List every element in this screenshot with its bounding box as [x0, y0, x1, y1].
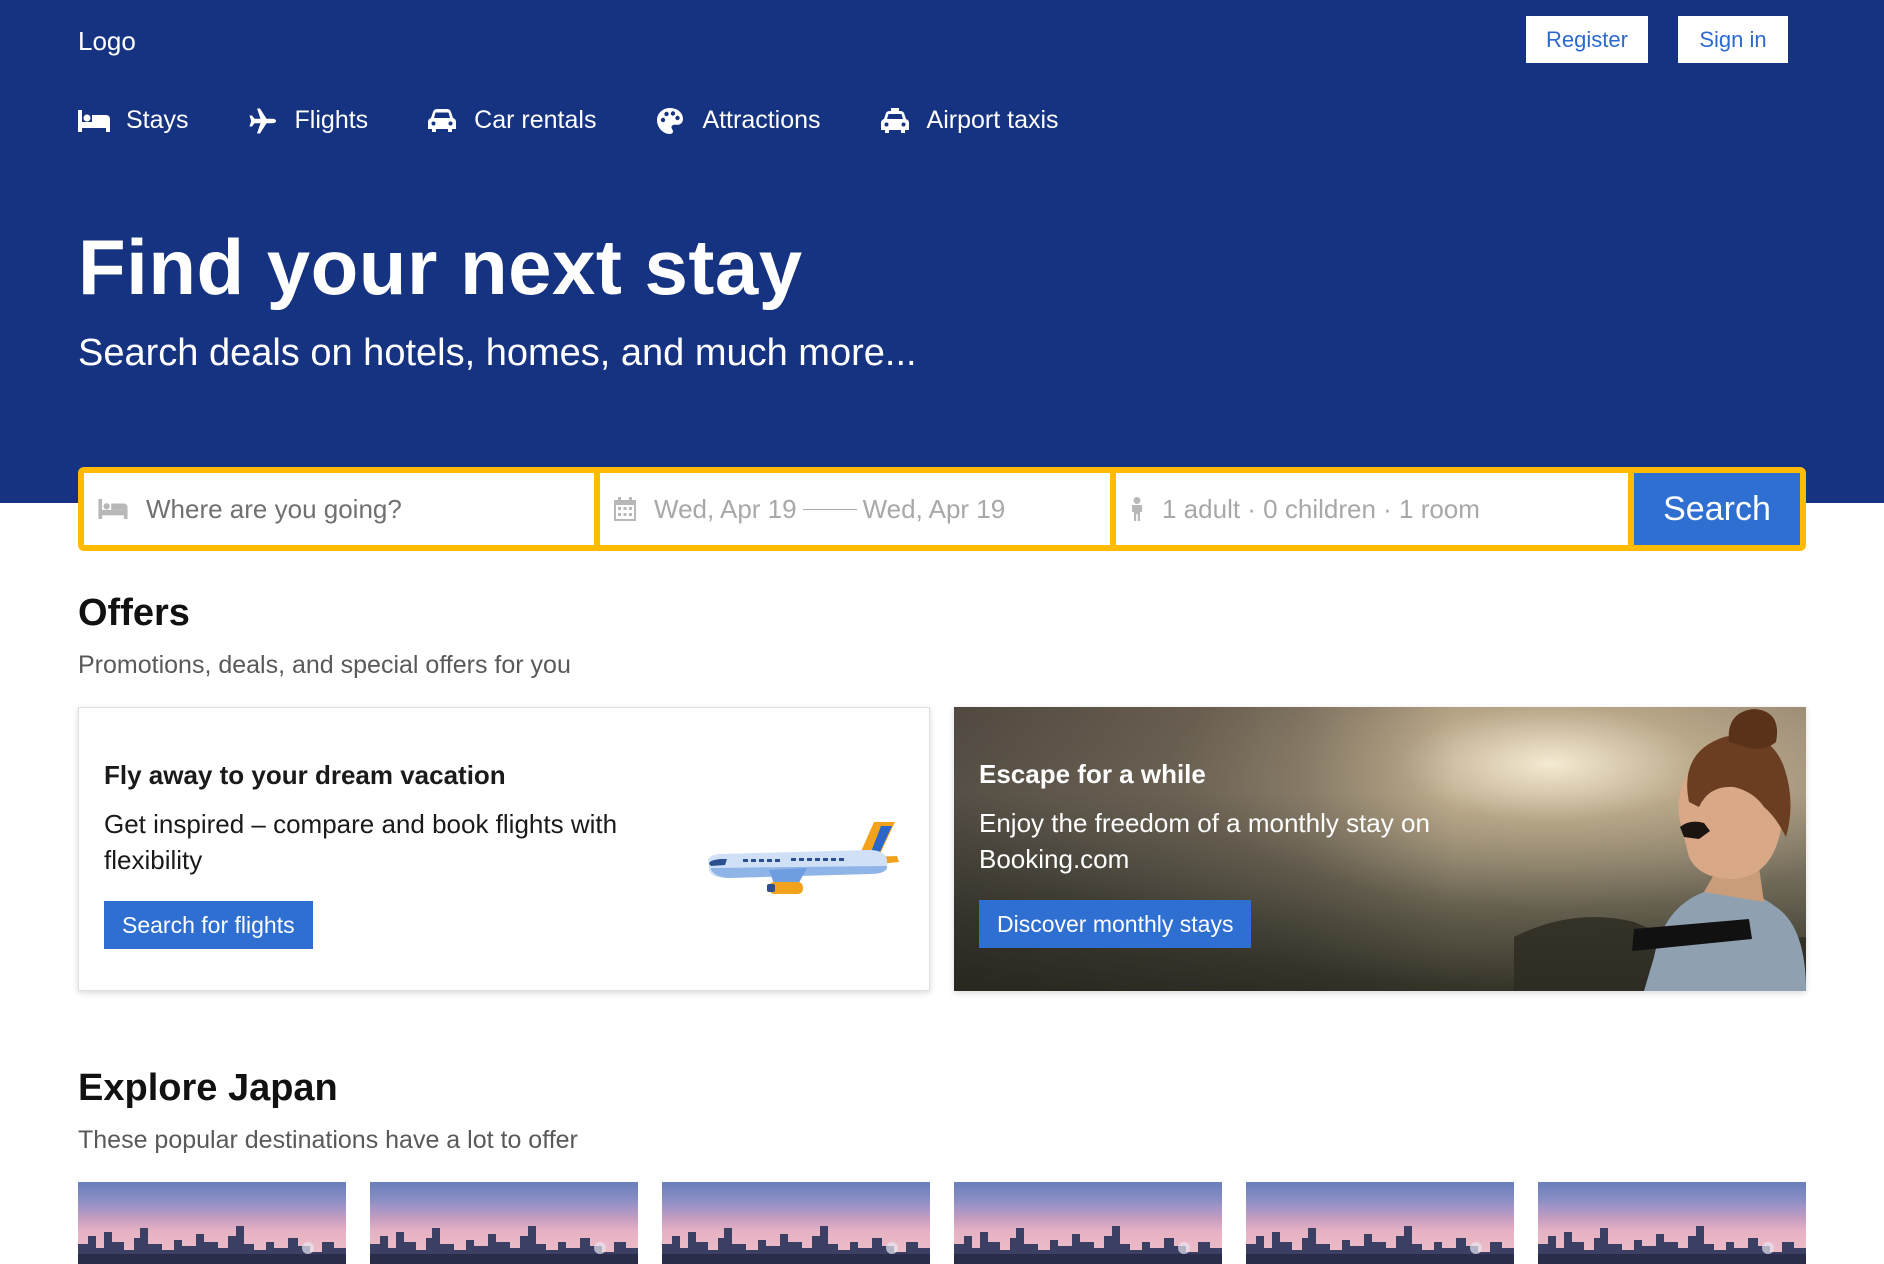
- search-bar: Where are you going? Wed, Apr 19 Wed, Ap…: [78, 467, 1806, 551]
- search-flights-button[interactable]: Search for flights: [104, 901, 313, 949]
- page: Logo Register Sign in Stays Flights Car …: [0, 0, 1884, 1264]
- offer-card-monthly-stays: Escape for a while Enjoy the freedom of …: [954, 707, 1806, 991]
- search-button[interactable]: Search: [1634, 473, 1800, 545]
- destination-card[interactable]: [954, 1182, 1222, 1264]
- offer-card-body: Get inspired – compare and book flights …: [104, 809, 618, 875]
- destination-thumbnails: [78, 1182, 1806, 1264]
- palette-icon: [654, 107, 686, 135]
- register-button[interactable]: Register: [1526, 16, 1648, 63]
- bed-icon: [98, 499, 128, 519]
- date-separator: [802, 508, 857, 510]
- discover-monthly-stays-button[interactable]: Discover monthly stays: [979, 900, 1252, 948]
- offers-subtitle: Promotions, deals, and special offers fo…: [78, 651, 571, 679]
- offer-card-title: Fly away to your dream vacation: [104, 760, 506, 790]
- main-nav: Stays Flights Car rentals Attractions Ai…: [78, 106, 1117, 135]
- destination-card[interactable]: [662, 1182, 930, 1264]
- airplane-illustration: [708, 822, 899, 894]
- bed-icon: [78, 107, 110, 135]
- auth-buttons: Register Sign in: [1526, 16, 1788, 63]
- nav-item-car-rentals[interactable]: Car rentals: [426, 106, 596, 135]
- person-icon: [1130, 497, 1144, 521]
- city-skyline-image: [1246, 1226, 1514, 1264]
- nav-item-airport-taxis[interactable]: Airport taxis: [879, 106, 1059, 135]
- destination-card[interactable]: [370, 1182, 638, 1264]
- plane-icon: [247, 107, 279, 135]
- destination-input[interactable]: Where are you going?: [146, 494, 402, 525]
- destination-card[interactable]: [1246, 1182, 1514, 1264]
- city-skyline-image: [370, 1226, 638, 1264]
- guests-summary[interactable]: 1 adult · 0 children · 1 room: [1162, 494, 1480, 525]
- guests-field[interactable]: 1 adult · 0 children · 1 room: [1116, 473, 1628, 545]
- destination-field[interactable]: Where are you going?: [84, 473, 594, 545]
- hero-title: Find your next stay: [78, 223, 803, 311]
- date-range-field[interactable]: Wed, Apr 19 Wed, Apr 19: [600, 473, 1110, 545]
- nav-item-label: Flights: [294, 106, 369, 134]
- logo[interactable]: Logo: [78, 26, 136, 57]
- city-skyline-image: [78, 1226, 346, 1264]
- sign-in-button[interactable]: Sign in: [1678, 16, 1788, 63]
- nav-item-label: Stays: [126, 106, 189, 134]
- offer-card-flights: Fly away to your dream vacation Get insp…: [78, 707, 930, 991]
- hero-subtitle: Search deals on hotels, homes, and much …: [78, 332, 917, 374]
- city-skyline-image: [662, 1226, 930, 1264]
- nav-item-attractions[interactable]: Attractions: [654, 106, 821, 135]
- explore-subtitle: These popular destinations have a lot to…: [78, 1126, 578, 1154]
- nav-item-flights[interactable]: Flights: [247, 106, 369, 135]
- offers-title: Offers: [78, 592, 190, 634]
- offer-card-body: Enjoy the freedom of a monthly stay on B…: [979, 808, 1430, 874]
- check-in-date[interactable]: Wed, Apr 19: [654, 494, 797, 525]
- offer-card-title: Escape for a while: [979, 759, 1206, 789]
- taxi-icon: [879, 107, 911, 135]
- city-skyline-image: [954, 1226, 1222, 1264]
- nav-item-label: Attractions: [702, 106, 821, 134]
- destination-card[interactable]: [78, 1182, 346, 1264]
- city-skyline-image: [1538, 1226, 1806, 1264]
- nav-item-label: Airport taxis: [926, 106, 1059, 134]
- calendar-icon: [614, 497, 636, 521]
- nav-item-label: Car rentals: [474, 106, 597, 134]
- check-out-date[interactable]: Wed, Apr 19: [863, 494, 1006, 525]
- woman-silhouette: [1514, 709, 1806, 991]
- car-icon: [426, 107, 458, 135]
- nav-item-stays[interactable]: Stays: [78, 106, 189, 135]
- destination-card[interactable]: [1538, 1182, 1806, 1264]
- explore-title: Explore Japan: [78, 1067, 338, 1109]
